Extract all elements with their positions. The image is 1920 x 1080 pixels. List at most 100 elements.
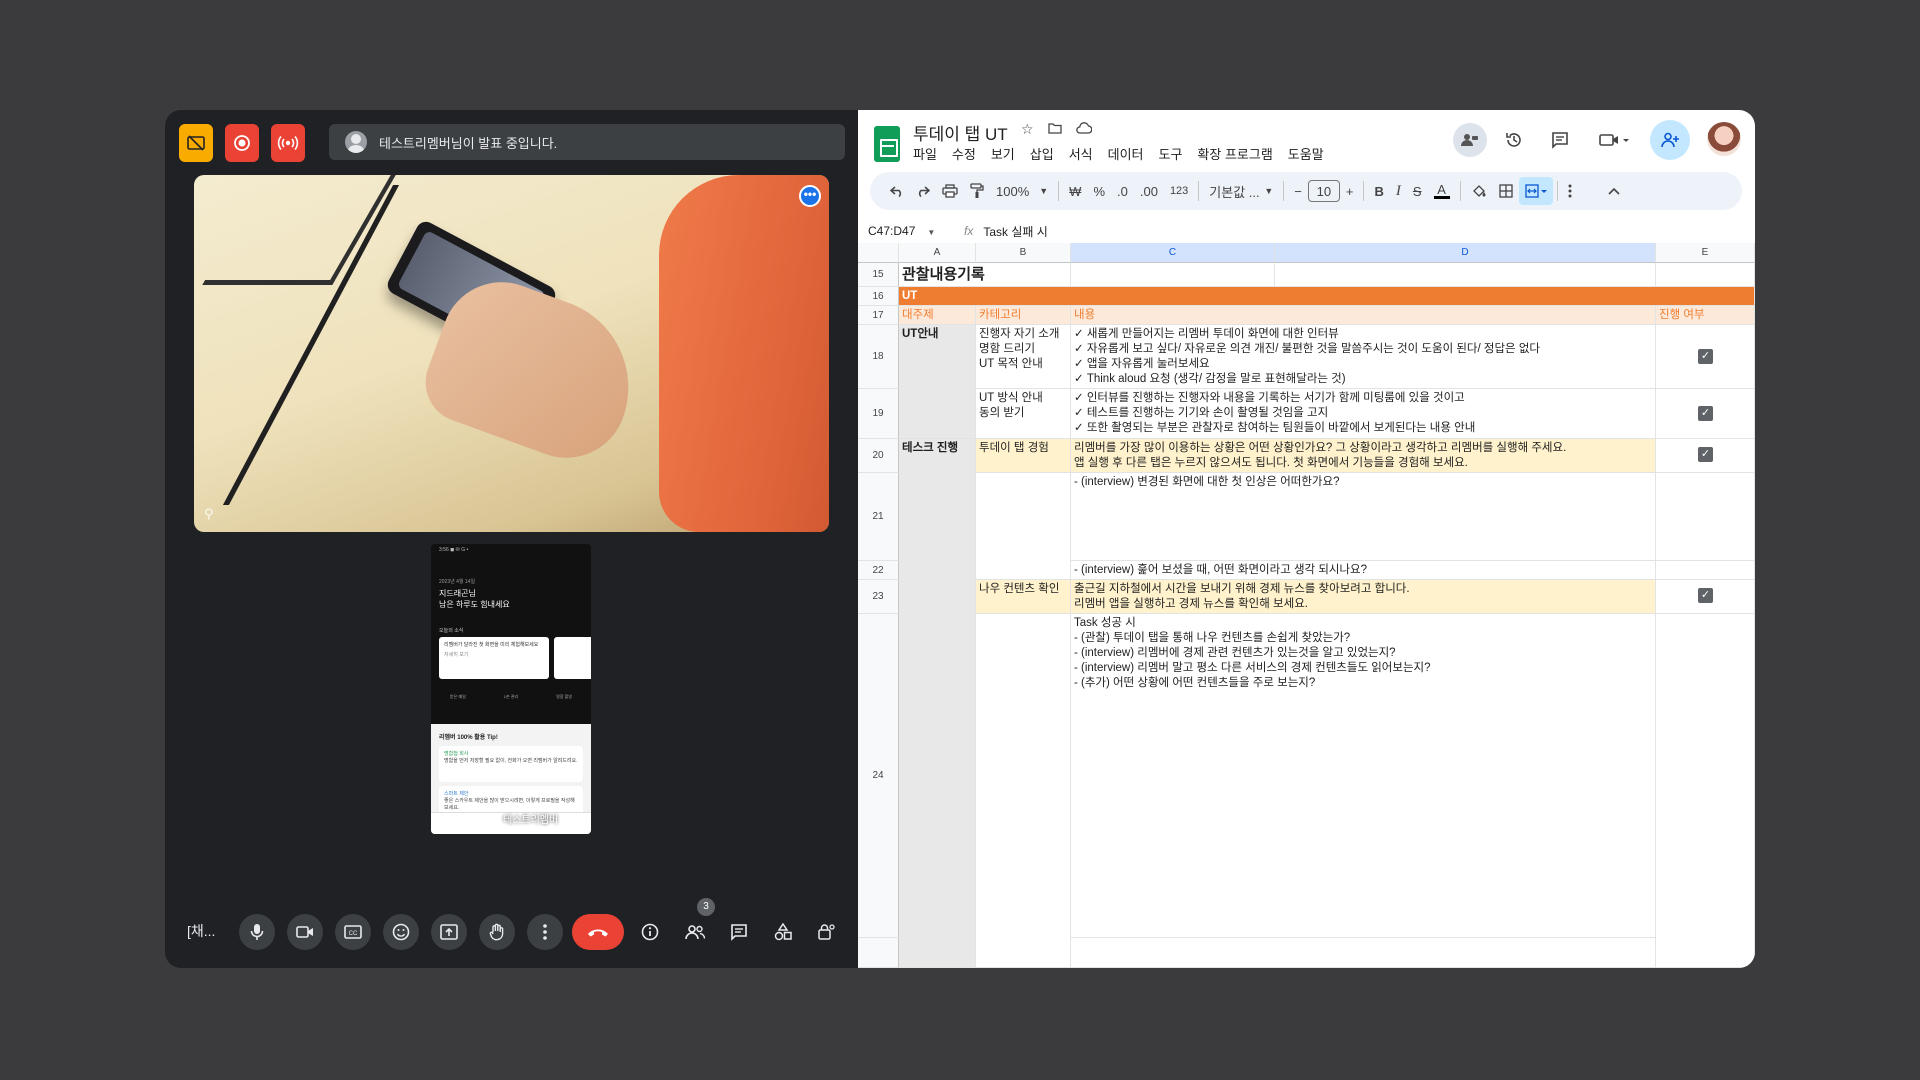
redo-icon[interactable]: [910, 177, 936, 205]
meet-call-icon[interactable]: [1589, 123, 1639, 157]
increase-decimal-button[interactable]: .00: [1134, 177, 1164, 205]
strikethrough-icon[interactable]: S: [1407, 177, 1428, 205]
italic-icon[interactable]: I: [1390, 177, 1407, 205]
paint-format-icon[interactable]: [964, 177, 990, 205]
column-header-d[interactable]: D: [1275, 243, 1656, 263]
cell-content[interactable]: - (interview) 훑어 보셨을 때, 어떤 화면이라고 생각 되시나요…: [1071, 561, 1656, 580]
header-cell-content[interactable]: 내용: [1071, 306, 1656, 325]
cell-content[interactable]: ✓ 새롭게 만들어지는 리멤버 투데이 화면에 대한 인터뷰 ✓ 자유롭게 보고…: [1071, 325, 1656, 389]
row-header[interactable]: 18: [858, 325, 899, 389]
cell-content[interactable]: ✓ 인터뷰를 진행하는 진행자와 내용을 기록하는 서기가 함께 미팅룸에 있을…: [1071, 389, 1656, 439]
more-toolbar-icon[interactable]: [1562, 177, 1578, 205]
cell[interactable]: [1071, 938, 1656, 968]
people-icon[interactable]: [677, 914, 713, 950]
menu-view[interactable]: 보기: [991, 144, 1015, 163]
cell-title[interactable]: 관찰내용기록: [899, 263, 1071, 287]
column-header-e[interactable]: E: [1656, 243, 1755, 263]
cloud-status-icon[interactable]: [1075, 121, 1092, 138]
number-format-button[interactable]: 123: [1164, 177, 1194, 205]
undo-icon[interactable]: [884, 177, 910, 205]
menu-tools[interactable]: 도구: [1159, 144, 1183, 163]
cell-category[interactable]: 투데이 탭 경험: [976, 439, 1071, 473]
text-color-icon[interactable]: A: [1428, 177, 1456, 205]
cell-content[interactable]: - (interview) 변경된 화면에 대한 첫 인상은 어떠한가요?: [1071, 473, 1656, 561]
column-header-b[interactable]: B: [976, 243, 1071, 263]
sheets-logo-icon[interactable]: [874, 126, 900, 162]
menu-extensions[interactable]: 확장 프로그램: [1197, 144, 1272, 163]
cell-content[interactable]: 출근길 지하철에서 시간을 보내기 위해 경제 뉴스를 찾아보려고 합니다. 리…: [1071, 580, 1656, 614]
spreadsheet-grid[interactable]: A B C D E 15 16 17 18 19 20 21 22 23 24 …: [858, 243, 1755, 968]
font-size-decrease-icon[interactable]: −: [1288, 177, 1308, 205]
cell-category[interactable]: 나우 컨텐츠 확인: [976, 580, 1071, 614]
cell-category[interactable]: 진행자 자기 소개 명함 드리기 UT 목적 안내: [976, 325, 1071, 389]
formula-input[interactable]: Task 실패 시: [983, 223, 1047, 240]
row-header[interactable]: 16: [858, 287, 899, 306]
captions-off-icon[interactable]: [179, 124, 213, 162]
pin-icon[interactable]: ⚲: [204, 506, 214, 522]
cell-status[interactable]: [1656, 473, 1755, 561]
font-size-increase-icon[interactable]: +: [1340, 177, 1360, 205]
row-header[interactable]: 23: [858, 580, 899, 614]
percent-format-button[interactable]: %: [1087, 177, 1111, 205]
comments-icon[interactable]: [1543, 123, 1577, 157]
present-screen-icon[interactable]: [431, 914, 467, 950]
meeting-info-icon[interactable]: [632, 914, 668, 950]
menu-edit[interactable]: 수정: [952, 144, 976, 163]
column-header-a[interactable]: A: [899, 243, 976, 263]
row-header[interactable]: 19: [858, 389, 899, 439]
star-icon[interactable]: ☆: [1021, 121, 1034, 138]
menu-help[interactable]: 도움말: [1288, 144, 1324, 163]
cell-topic-ut-guide[interactable]: UT안내: [899, 325, 976, 439]
row-header[interactable]: 15: [858, 263, 899, 287]
live-stream-icon[interactable]: [271, 124, 305, 162]
checkbox-checked[interactable]: ✓: [1698, 406, 1713, 421]
bold-icon[interactable]: B: [1368, 177, 1389, 205]
captions-icon[interactable]: CC: [335, 914, 371, 950]
host-controls-icon[interactable]: [808, 914, 844, 950]
column-header-c[interactable]: C: [1071, 243, 1275, 263]
checkbox-checked[interactable]: ✓: [1698, 588, 1713, 603]
cell[interactable]: [1071, 263, 1275, 287]
cell-status[interactable]: ✓: [1656, 580, 1755, 614]
emoji-icon[interactable]: [383, 914, 419, 950]
decrease-decimal-button[interactable]: .0: [1111, 177, 1134, 205]
cell-status[interactable]: ✓: [1656, 439, 1755, 473]
cell-category[interactable]: [976, 614, 1071, 968]
cell[interactable]: [1275, 263, 1656, 287]
select-all-corner[interactable]: [858, 243, 899, 263]
cell-topic-task[interactable]: 테스크 진행: [899, 439, 976, 968]
print-icon[interactable]: [936, 177, 964, 205]
menu-insert[interactable]: 삽입: [1030, 144, 1054, 163]
cell-status[interactable]: ✓: [1656, 389, 1755, 439]
cell-content[interactable]: Task 성공 시 - (관찰) 투데이 탭을 통해 나우 컨텐츠를 손쉽게 찾…: [1071, 614, 1656, 938]
menu-format[interactable]: 서식: [1069, 144, 1093, 163]
name-box[interactable]: C47:D47 ▼: [858, 224, 940, 238]
currency-format-button[interactable]: ₩: [1063, 177, 1087, 205]
meeting-name[interactable]: [채...: [187, 921, 215, 941]
header-cell-category[interactable]: 카테고리: [976, 306, 1071, 325]
chat-icon[interactable]: [721, 914, 757, 950]
menu-file[interactable]: 파일: [913, 144, 937, 163]
version-history-icon[interactable]: [1497, 123, 1531, 157]
share-icon[interactable]: [1650, 120, 1690, 160]
cell-content[interactable]: 리멤버를 가장 많이 이용하는 상황은 어떤 상황인가요? 그 상황이라고 생각…: [1071, 439, 1656, 473]
font-family-select[interactable]: 기본값 ... ▼: [1203, 177, 1279, 205]
leave-call-icon[interactable]: [572, 914, 624, 950]
cell-category[interactable]: [976, 473, 1071, 580]
fill-color-icon[interactable]: [1465, 177, 1493, 205]
raise-hand-icon[interactable]: [479, 914, 515, 950]
row-header[interactable]: 20: [858, 439, 899, 473]
checkbox-checked[interactable]: ✓: [1698, 447, 1713, 462]
move-folder-icon[interactable]: [1047, 121, 1062, 138]
collaborator-avatar-icon[interactable]: [1453, 123, 1487, 157]
collapse-menu-icon[interactable]: [1602, 177, 1626, 205]
account-avatar[interactable]: [1707, 122, 1741, 156]
header-cell-topic[interactable]: 대주제: [899, 306, 976, 325]
merge-cells-icon[interactable]: [1518, 177, 1553, 205]
font-size-input[interactable]: 10: [1307, 180, 1340, 202]
row-header[interactable]: 17: [858, 306, 899, 325]
borders-icon[interactable]: [1493, 177, 1519, 205]
camera-icon[interactable]: [287, 914, 323, 950]
header-cell-status[interactable]: 진행 여부: [1656, 306, 1755, 325]
cell-status[interactable]: [1656, 614, 1755, 968]
